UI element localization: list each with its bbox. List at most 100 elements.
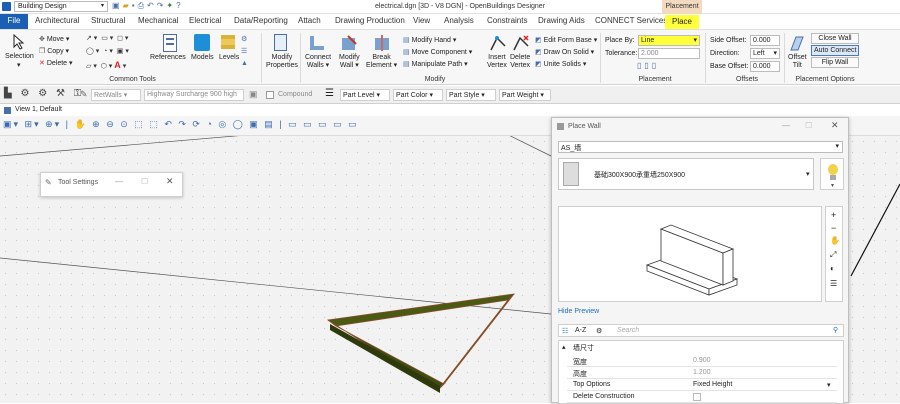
- auto-connect-button[interactable]: Auto Connect: [811, 45, 859, 56]
- place-by-select[interactable]: Line ▾: [638, 35, 700, 46]
- unite-solids-button[interactable]: ◩ Unite Solids ▾: [535, 60, 586, 68]
- part-level-select[interactable]: Part Level ▾: [340, 89, 390, 101]
- manipulate-path-button[interactable]: ▤ Manipulate Path ▾: [403, 60, 468, 68]
- delete-button[interactable]: ✕ Delete ▾: [39, 59, 73, 67]
- delete-construction-checkbox[interactable]: [693, 393, 701, 401]
- move-button[interactable]: ✥ Move ▾: [39, 35, 69, 43]
- pan-icon[interactable]: ✋: [830, 236, 840, 245]
- tab-view[interactable]: View: [413, 16, 430, 25]
- part-style-select[interactable]: Part Style ▾: [446, 89, 496, 101]
- break-element-icon[interactable]: [373, 34, 391, 52]
- copy-button[interactable]: ❐ Copy ▾: [39, 47, 69, 55]
- place-smartline-icon[interactable]: ↗ ▾ ▭ ▾ ◻ ▾: [86, 34, 128, 42]
- preview-pane[interactable]: [558, 206, 822, 302]
- tab-constraints[interactable]: Constraints: [487, 16, 527, 25]
- connect-walls-icon[interactable]: [308, 34, 326, 52]
- tab-drawing-production[interactable]: Drawing Production: [335, 16, 405, 25]
- offset-tilt-label[interactable]: Offset Tilt: [788, 54, 807, 70]
- delete-vertex-icon[interactable]: [512, 34, 530, 52]
- tab-data-reporting[interactable]: Data/Reporting: [234, 16, 288, 25]
- modify-properties-label[interactable]: Modify Properties: [266, 54, 298, 70]
- rotate-icon[interactable]: ◐: [830, 264, 835, 273]
- categorized-icon[interactable]: ☷: [562, 327, 568, 335]
- attribute-icons[interactable]: ▙ ⚙ ⚙ ⚒ ⚿: [4, 88, 84, 99]
- pin-icon[interactable]: ✦: [166, 1, 176, 10]
- draw-on-solid-button[interactable]: ◩ Draw On Solid ▾: [535, 48, 594, 56]
- tab-mechanical[interactable]: Mechanical: [138, 16, 178, 25]
- place-circle-icon[interactable]: ◯ ▾ ◔ ▾ ▣ ▾: [86, 47, 129, 55]
- levels-label[interactable]: Levels: [219, 54, 239, 61]
- selection-label[interactable]: Selection: [5, 53, 34, 60]
- close-icon[interactable]: ✕: [831, 120, 839, 131]
- wall-triangle[interactable]: [326, 293, 516, 393]
- small-tools-icons[interactable]: ⚙ ☰ ▲: [241, 34, 248, 70]
- chevron-down-icon[interactable]: ▾: [17, 61, 21, 69]
- minimize-icon[interactable]: —: [115, 177, 123, 186]
- workflow-icon[interactable]: ▣: [112, 1, 123, 10]
- help-icon[interactable]: ?: [176, 1, 183, 10]
- direction-select[interactable]: Left ▾: [750, 48, 780, 59]
- tab-electrical[interactable]: Electrical: [189, 16, 221, 25]
- references-icon[interactable]: [163, 34, 177, 52]
- sort-az-button[interactable]: A-Z: [575, 327, 586, 334]
- delete-vertex-label[interactable]: Delete Vertex: [510, 54, 530, 70]
- selection-icon[interactable]: [12, 34, 26, 50]
- property-row-height[interactable]: 高度 1.200: [567, 367, 837, 379]
- tab-drawing-aids[interactable]: Drawing Aids: [538, 16, 585, 25]
- move-component-button[interactable]: ▤ Move Component ▾: [403, 48, 472, 56]
- zoom-out-icon[interactable]: −: [831, 223, 836, 233]
- fit-view-icon[interactable]: ⤢: [830, 250, 836, 260]
- offset-tilt-icon[interactable]: [788, 34, 806, 52]
- template-browse-icon[interactable]: ▣: [249, 89, 258, 100]
- break-element-label[interactable]: Break Element ▾: [366, 54, 397, 70]
- pencil-icon[interactable]: ✎: [80, 89, 88, 100]
- tab-attach[interactable]: Attach: [298, 16, 321, 25]
- tab-architectural[interactable]: Architectural: [35, 16, 79, 25]
- property-row-delete-construction[interactable]: Delete Construction: [567, 391, 837, 403]
- insert-vertex-label[interactable]: Insert Vertex: [487, 54, 507, 70]
- catalog-type-select[interactable]: AS_墙 ▾: [558, 141, 843, 153]
- tab-file[interactable]: File: [0, 14, 28, 29]
- zoom-in-icon[interactable]: +: [831, 210, 836, 220]
- place-text-icon[interactable]: ▱ ▾ ⬡ ▾ A ▾: [86, 60, 126, 70]
- hide-preview-link[interactable]: Hide Preview: [558, 308, 599, 315]
- redo-icon[interactable]: ↷: [157, 1, 167, 10]
- search-icon[interactable]: ⚲: [833, 326, 838, 334]
- close-icon[interactable]: ✕: [166, 176, 174, 187]
- modify-properties-icon[interactable]: [274, 34, 287, 51]
- folder-icon[interactable]: ▰: [123, 1, 132, 10]
- models-label[interactable]: Models: [191, 54, 214, 61]
- references-label[interactable]: References: [150, 54, 186, 61]
- tab-connect-services[interactable]: CONNECT Services: [595, 16, 667, 25]
- print-icon[interactable]: ⎙: [138, 1, 147, 10]
- undo-icon[interactable]: ↶: [147, 1, 157, 10]
- compound-checkbox[interactable]: [266, 91, 274, 99]
- part-color-select[interactable]: Part Color ▾: [393, 89, 443, 101]
- line-weight-icon[interactable]: ☰: [325, 88, 334, 99]
- collapse-icon[interactable]: ▴: [562, 343, 566, 351]
- levels-icon[interactable]: [221, 35, 235, 49]
- property-row-top-options[interactable]: Top Options Fixed Height ▾: [567, 379, 837, 391]
- workflow-select[interactable]: Building Design ▾: [14, 1, 108, 12]
- lightbulb-icon[interactable]: ▾: [820, 158, 844, 190]
- close-wall-button[interactable]: Close Wall: [811, 33, 859, 44]
- tab-place[interactable]: Place: [665, 15, 699, 29]
- tab-analysis[interactable]: Analysis: [444, 16, 474, 25]
- edit-form-base-button[interactable]: ◩ Edit Form Base ▾: [535, 36, 597, 44]
- property-row-width[interactable]: 宽度 0.900: [567, 355, 837, 367]
- maximize-icon[interactable]: ☐: [141, 177, 148, 186]
- property-pages-icon[interactable]: ⚙: [596, 327, 602, 335]
- side-offset-input[interactable]: 0.000: [750, 35, 780, 46]
- insert-vertex-icon[interactable]: [489, 34, 507, 52]
- base-offset-input[interactable]: 0.000: [750, 61, 780, 72]
- view-tool-icons[interactable]: ▣▾ ⊞▾ ⊕▾ | ✋ ⊕ ⊖ ⊙ ⬚ ⬚ ↶ ↷ ⟳ ◔ ◎ ◯ ▣ ▤ |…: [3, 119, 359, 130]
- minimize-icon[interactable]: —: [782, 121, 790, 130]
- modify-wall-icon[interactable]: [340, 34, 358, 52]
- modify-wall-label[interactable]: Modify Wall ▾: [339, 54, 360, 70]
- modify-hand-button[interactable]: ▤ Modify Hand ▾: [403, 36, 456, 44]
- models-icon[interactable]: [194, 34, 210, 51]
- maximize-icon[interactable]: ☐: [805, 121, 812, 130]
- search-input[interactable]: Search: [617, 327, 639, 334]
- tolerance-input[interactable]: 2.000: [638, 48, 700, 59]
- catalog-item-select[interactable]: 基础300X900承重墙250X900 ▾: [558, 158, 814, 190]
